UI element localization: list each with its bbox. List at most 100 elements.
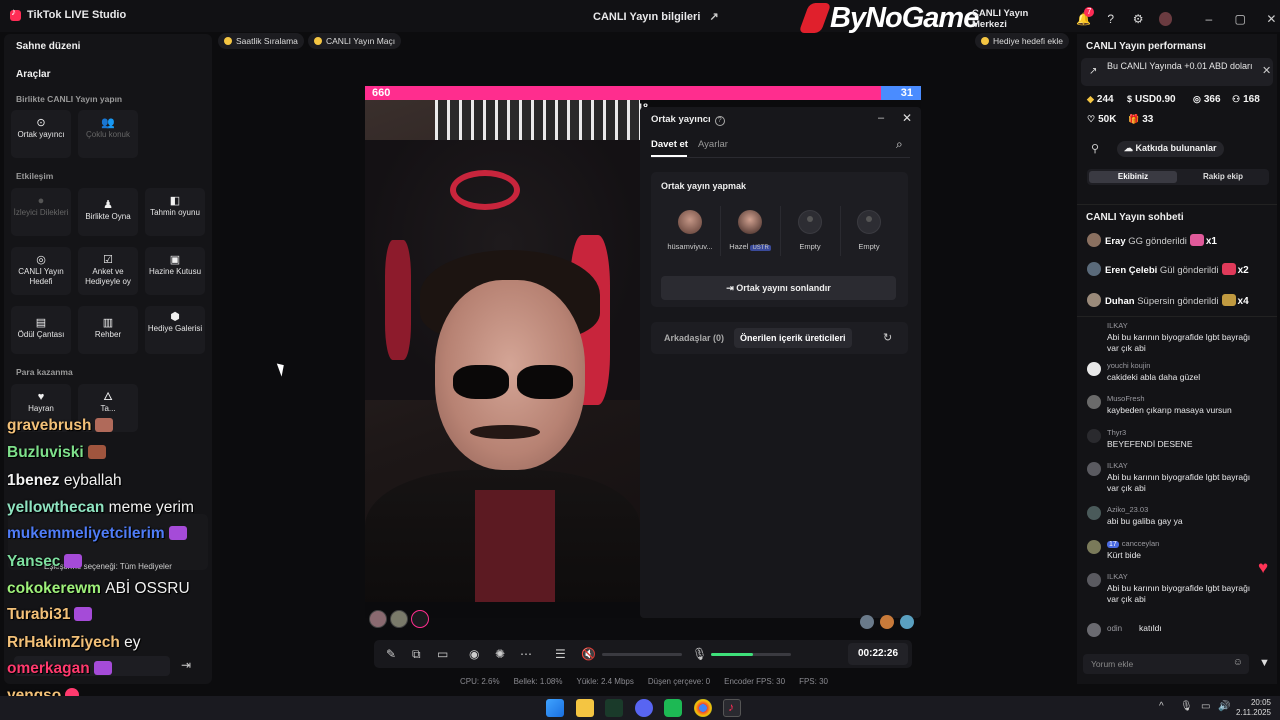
tool-cohost[interactable]: ⊙ Ortak yayıncı [11,110,71,158]
tool-live-goal[interactable]: ◎ CANLI Yayın Hedefi [11,247,71,295]
comment-input[interactable]: Yorum ekle ☺ [1083,654,1249,674]
chrome-icon[interactable] [694,699,712,717]
close-icon[interactable]: ✕ [1263,12,1280,26]
effects-icon[interactable]: ✺ [495,647,505,661]
bell-icon[interactable]: 🔔 7 [1076,7,1095,26]
guest-avatar[interactable] [860,615,874,629]
end-cohost-button[interactable]: ⇥ Ortak yayını sonlandır [661,276,896,300]
mic-tray-icon[interactable]: 🎙 [1180,701,1193,712]
viewer-avatar[interactable] [411,610,429,628]
cohost-slot[interactable]: hüsamviyuv... [661,210,719,251]
hourly-rank-chip[interactable]: Saatlik Sıralama [218,33,304,49]
creator-source-bar: Arkadaşlar (0) Önerilen içerik üreticile… [651,322,908,354]
magic-wand-icon[interactable]: ✎ [386,647,396,661]
live-match-chip[interactable]: CANLI Yayın Maçı [308,33,402,49]
overlay-msg: ABİ OSSRU [105,580,190,597]
tab-divider [651,157,910,158]
tool-prediction-label: Tahmin oyunu [150,208,200,217]
scene-layout-header[interactable]: Sahne düzeni [16,41,80,52]
tiktok-taskbar-icon[interactable]: ♪ [723,699,741,717]
help-icon[interactable]: ? [714,116,725,126]
person-icon: ● [37,195,45,207]
contributors-button[interactable]: ☁ Katkıda bulunanlar [1117,141,1224,157]
search-icon[interactable]: ⌕ [896,137,903,152]
earnings-text: Bu CANLI Yayında +0.01 ABD doları [1107,61,1253,71]
tab-rival-team[interactable]: Rakip ekip [1179,171,1267,183]
windows-start-icon[interactable] [546,699,564,717]
mic-level-slider[interactable] [711,653,791,656]
tool-multiguest[interactable]: 👥 Çoklu konuk [78,110,138,158]
clock-date: 2.11.2025 [1236,708,1271,717]
viewer-avatar[interactable] [369,610,387,628]
layout-icon[interactable]: ⧉ [412,647,421,662]
heart-icon: ♥ [37,391,45,403]
tool-viewer-requests[interactable]: ● İzleyici Dilekleri [11,188,71,236]
close-icon[interactable]: ✕ [1262,64,1271,77]
discord-icon[interactable] [635,699,653,717]
mixer-icon[interactable]: ☰ [555,647,566,661]
tools-header: Araçlar [16,69,51,80]
emoji-icon[interactable]: ☺ [1233,657,1243,668]
minimize-icon[interactable]: – [1200,12,1217,26]
tab-settings[interactable]: Ayarlar [698,139,728,150]
app-icon[interactable] [664,699,682,717]
record-icon[interactable]: ◉ [469,647,479,661]
group-monetize: Para kazanma [16,367,73,377]
tool-guide[interactable]: ▥ Rehber [78,306,138,354]
tool-poll[interactable]: ☑ Anket ve Hediyeyle oy [78,247,138,295]
tab-friends[interactable]: Arkadaşlar (0) [664,333,724,343]
live-info-label: CANLI Yayın bilgileri [593,11,701,23]
tab-suggested[interactable]: Önerilen içerik üreticileri [734,328,852,348]
clock[interactable]: 20:05 2.11.2025 [1236,698,1271,718]
comment-user: ILKAY [1107,321,1128,330]
flame-icon: 🜂 [103,391,113,403]
chevron-up-icon[interactable]: ^ [1159,701,1164,712]
hourly-rank-label: Saatlik Sıralama [236,36,298,46]
tool-poll-label: Anket ve Hediyeyle oy [85,267,131,286]
live-info-link[interactable]: CANLI Yayın bilgileri ↗ [593,10,719,23]
monitor-icon[interactable]: ▭ [1201,701,1210,712]
tool-reward-bag[interactable]: ▤ Ödül Çantası [11,306,71,354]
filter-icon[interactable]: ▼ [1259,657,1270,669]
mouse-cursor-icon [276,361,288,377]
gear-icon[interactable]: ⚙ [1131,12,1144,26]
avatar [1087,540,1101,554]
cohost-slot-empty[interactable]: Empty [840,210,898,251]
comment-text: abi bu galiba gay ya [1107,516,1183,526]
avatar[interactable] [1158,12,1173,26]
mic-level-fill [711,653,753,656]
microphone-icon[interactable]: 🎙 [692,647,707,661]
gift-goal-chip[interactable]: Hediye hedefi ekle [975,33,1069,49]
tool-guide-label: Rehber [94,330,122,339]
live-center-button[interactable]: CANLI Yayın Merkezi [972,8,1062,30]
mustache [470,425,540,439]
file-explorer-icon[interactable] [576,699,594,717]
tool-play-together[interactable]: ♟ Birlikte Oyna [78,188,138,236]
viewer-avatar[interactable] [390,610,408,628]
terminal-icon[interactable] [605,699,623,717]
speaker-muted-icon[interactable]: 🔇 [581,647,596,661]
screen-icon[interactable]: ▭ [437,647,448,661]
cohost-slot-name: Hazel [729,242,749,251]
guest-avatar[interactable] [880,615,894,629]
minimize-icon[interactable]: – [878,112,884,124]
cohost-slot-empty[interactable]: Empty [781,210,839,251]
people-icon: 👥 [101,117,115,129]
tool-treasure[interactable]: ▣ Hazine Kutusu [145,247,205,295]
tab-your-team[interactable]: Ekibiniz [1089,171,1177,183]
section-divider [1077,204,1277,205]
cohost-slot[interactable]: Hazel USTR [721,210,779,251]
maximize-icon[interactable]: ▢ [1231,12,1248,26]
close-icon[interactable]: ✕ [902,111,912,125]
volume-icon[interactable]: 🔊 [1218,701,1230,712]
tool-gift-gallery[interactable]: ⬢ Hediye Galerisi [145,306,205,354]
guest-avatar[interactable] [900,615,914,629]
tool-prediction[interactable]: ◧ Tahmin oyunu [145,188,205,236]
help-icon[interactable]: ? [1104,12,1117,26]
more-icon[interactable]: ⋯ [520,647,532,661]
gift-action: gönderildi [1145,236,1187,247]
tab-invite[interactable]: Davet et [651,139,688,150]
refresh-icon[interactable]: ↻ [883,331,892,344]
volume-slider[interactable] [602,653,682,656]
user-add-icon[interactable]: ⚲ [1091,142,1099,155]
